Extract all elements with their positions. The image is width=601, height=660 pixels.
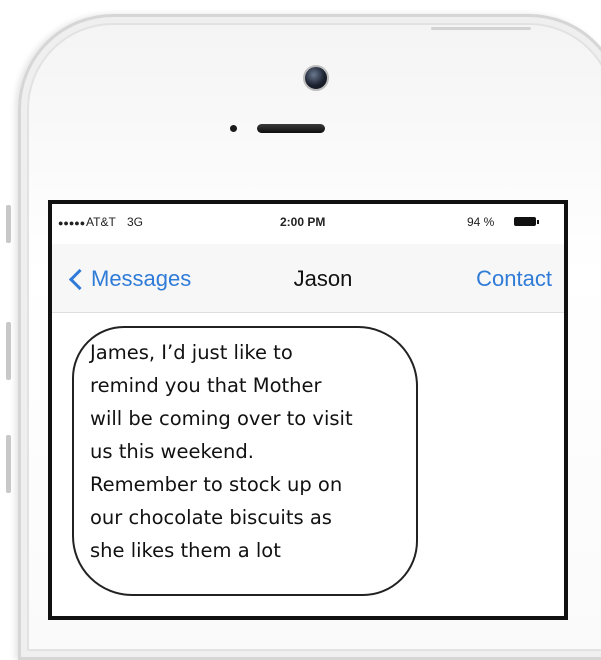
message-line: remind you that Mother — [90, 374, 322, 397]
front-camera — [303, 65, 329, 91]
message-line: James, I’d just like to — [90, 341, 293, 364]
signal-strength-icon: ●●●●● — [58, 218, 86, 228]
battery-icon — [514, 217, 539, 226]
network-type: 3G — [127, 215, 144, 229]
incoming-message-bubble: James, I’d just like to remind you that … — [72, 326, 418, 596]
phone-screen: ●●●●● AT&T 3G 2:00 PM 94 % Messages Jaso… — [48, 200, 568, 620]
earpiece-speaker — [257, 124, 325, 133]
carrier-name: AT&T — [86, 215, 116, 229]
contact-button[interactable]: Contact — [476, 266, 552, 292]
message-line: she likes them a lot — [90, 539, 281, 562]
volume-up-button — [6, 322, 11, 380]
navigation-bar: Messages Jason Contact — [52, 244, 564, 313]
message-line: us this weekend. — [90, 440, 254, 463]
mute-switch — [6, 205, 11, 243]
message-line: Remember to stock up on — [90, 473, 343, 496]
battery-percentage: 94 % — [467, 215, 495, 229]
status-bar: ●●●●● AT&T 3G 2:00 PM 94 % — [52, 204, 564, 232]
status-time: 2:00 PM — [280, 215, 326, 229]
proximity-sensor — [230, 125, 237, 132]
message-line: will be coming over to visit — [90, 407, 353, 430]
volume-down-button — [6, 435, 11, 493]
messages-area[interactable]: James, I’d just like to remind you that … — [52, 313, 564, 616]
message-line: our chocolate biscuits as — [90, 506, 332, 529]
phone-top-edge — [431, 27, 531, 30]
